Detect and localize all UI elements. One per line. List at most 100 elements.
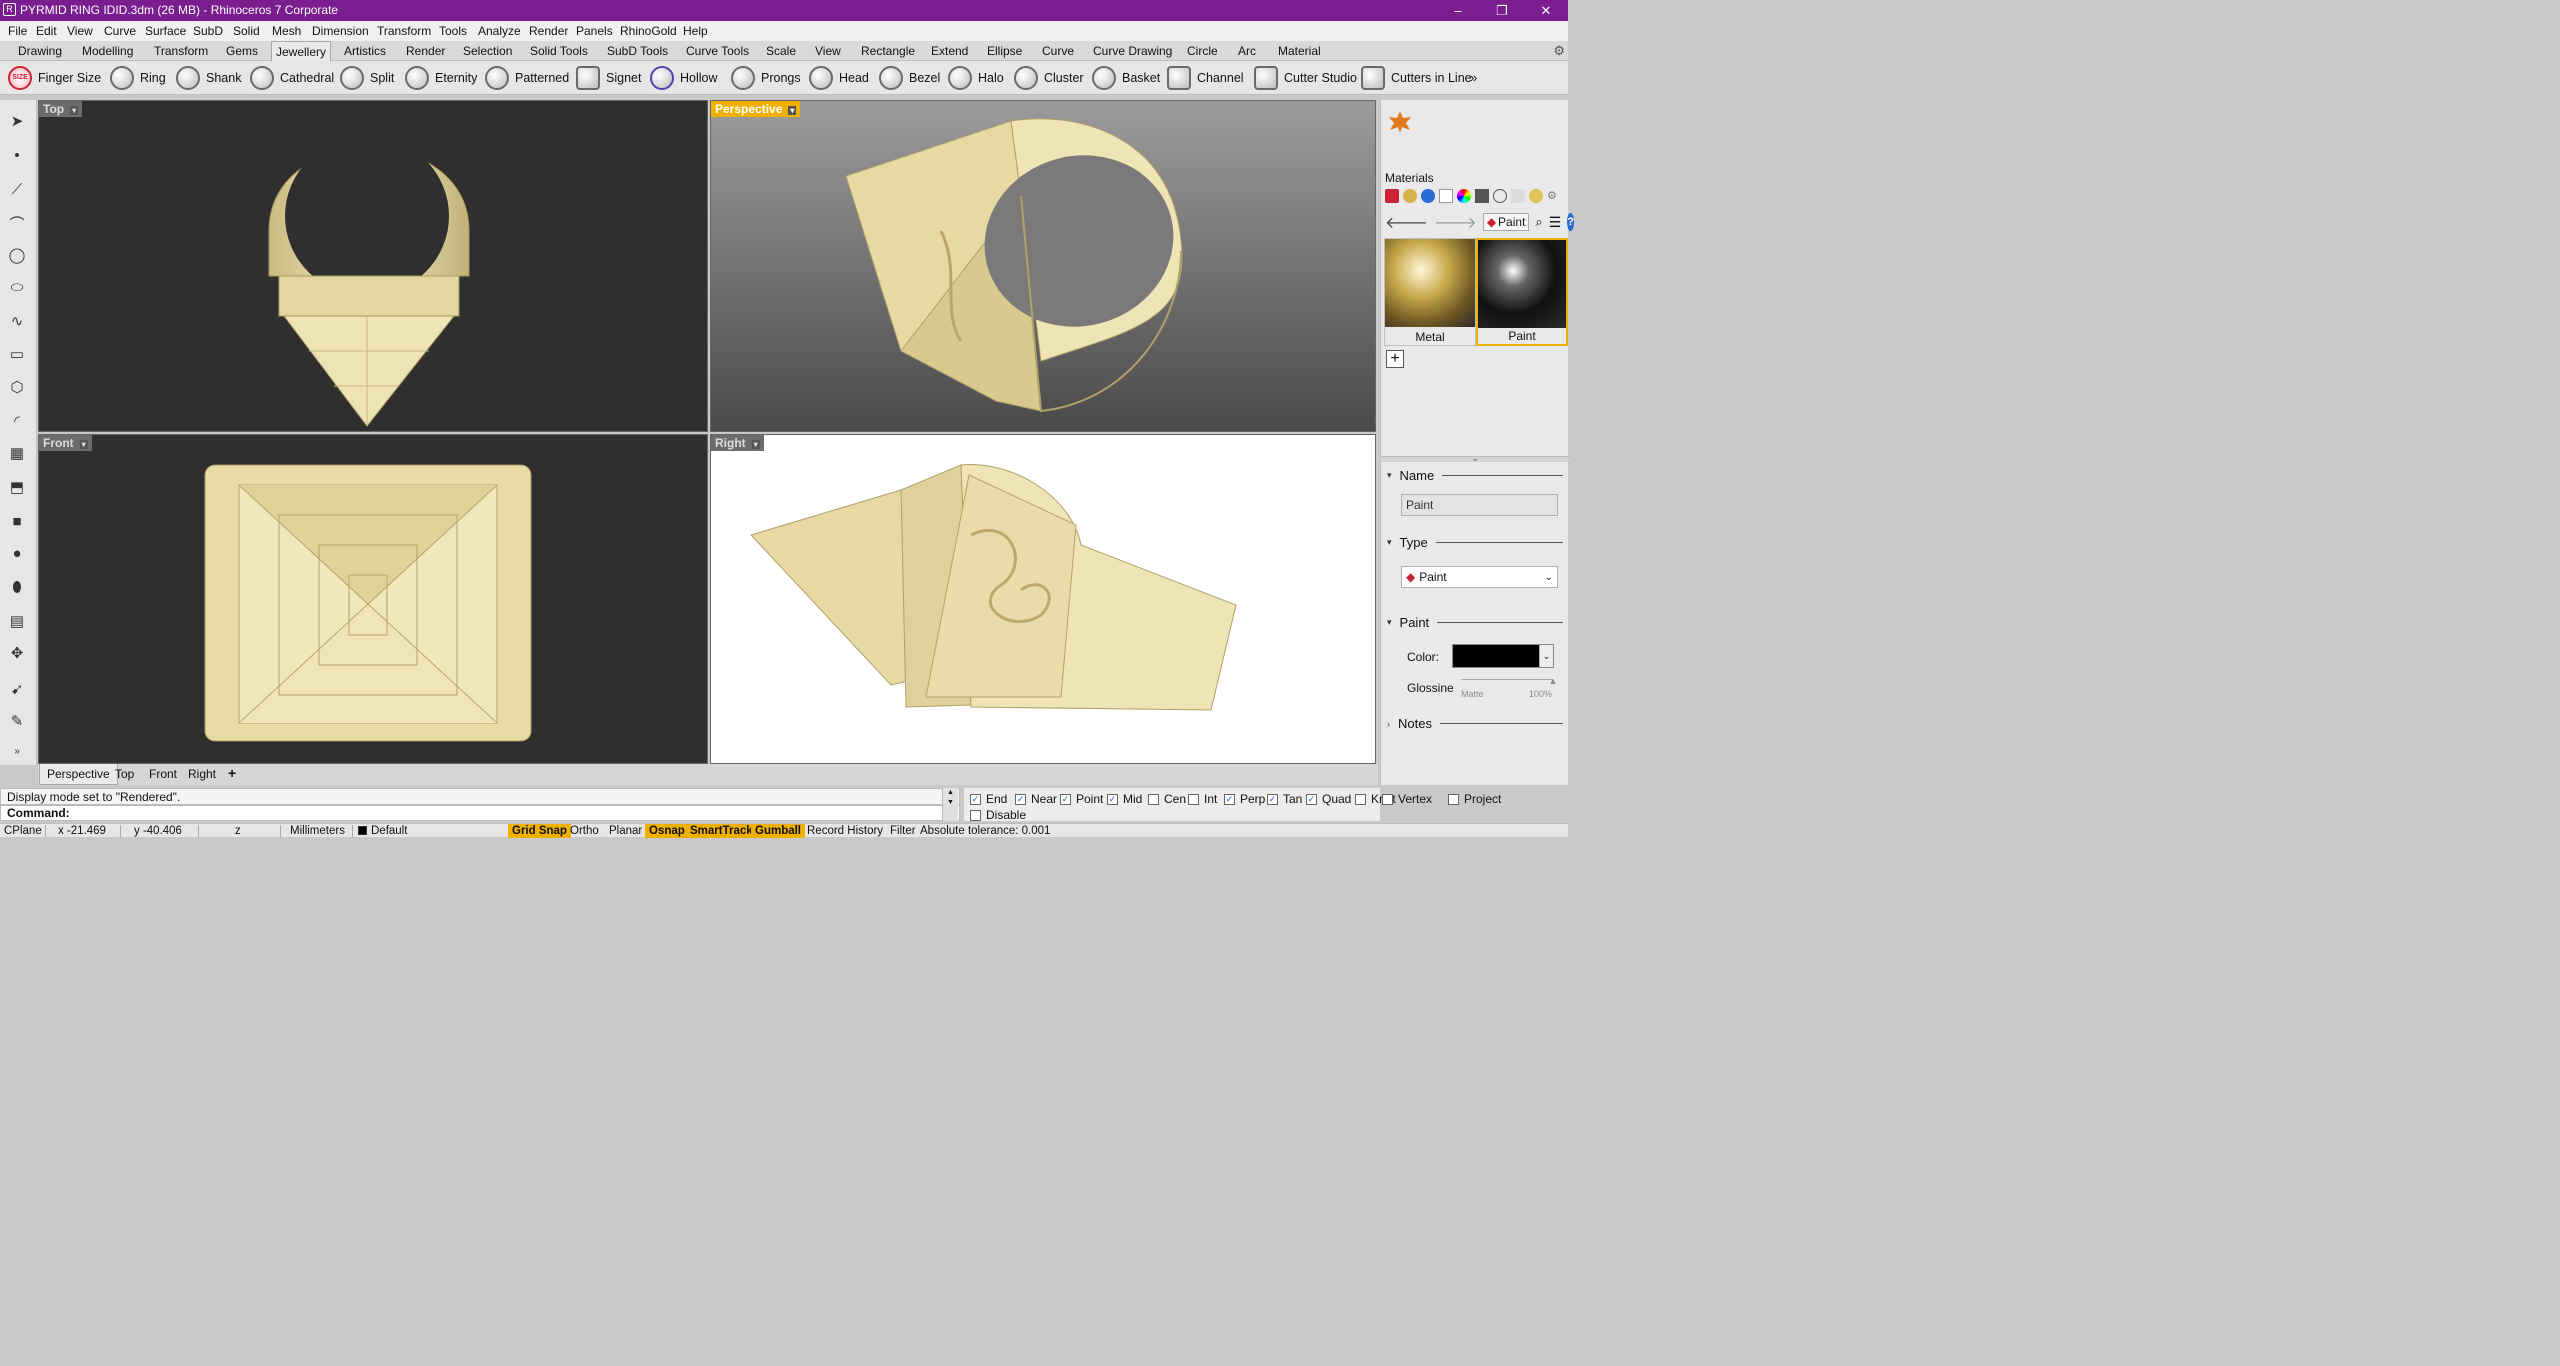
grid-snap-toggle[interactable]: Grid Snap [508,824,571,838]
current-layer[interactable]: Default [371,824,407,838]
osnap-end[interactable]: ✓ End [970,792,1007,806]
material-settings-icon[interactable]: ⚙ [1547,189,1557,207]
material-swatch-metal[interactable]: Metal [1384,238,1476,346]
osnap-quad[interactable]: ✓ Quad [1306,792,1351,806]
record-history-toggle[interactable]: Record History [803,824,887,838]
tab-view[interactable]: View [815,44,841,58]
menu-render[interactable]: Render [529,24,568,38]
menu-analyze[interactable]: Analyze [478,24,521,38]
command-history-scrollbar[interactable]: ▲ ▼ [942,788,958,821]
tab-gems[interactable]: Gems [226,44,258,58]
menu-mesh[interactable]: Mesh [272,24,301,38]
smarttrack-toggle[interactable]: SmartTrack [686,824,757,838]
cplane-label[interactable]: CPlane [4,824,42,838]
tab-rectangle[interactable]: Rectangle [861,44,915,58]
gear-icon[interactable]: ⚙ [1553,43,1565,59]
cutters-in-line-tool[interactable]: Cutters in Line [1361,66,1472,90]
osnap-point[interactable]: ✓ Point [1060,792,1103,806]
head-tool[interactable]: Head [809,66,869,90]
curve-icon[interactable]: ⌒ [6,212,28,234]
tab-modelling[interactable]: Modelling [82,44,133,58]
eternity-tool[interactable]: Eternity [405,66,477,90]
bezel-tool[interactable]: Bezel [879,66,940,90]
tab-curve[interactable]: Curve [1042,44,1074,58]
shank-tool[interactable]: Shank [176,66,241,90]
menu-rhinogold[interactable]: RhinoGold [620,24,677,38]
split-tool[interactable]: Split [340,66,394,90]
osnap-cen[interactable]: Cen [1148,792,1186,806]
osnap-disable[interactable]: Disable [970,808,1026,822]
transform-icon[interactable]: ✥ [6,642,28,664]
mesh-icon[interactable]: ▤ [6,610,28,632]
viewport-title-top[interactable]: Top ▾ [39,101,83,117]
planar-toggle[interactable]: Planar [605,824,646,838]
rectangle-icon[interactable]: ▭ [6,343,28,365]
material-library-icon[interactable] [1385,189,1399,203]
tab-ellipse[interactable]: Ellipse [987,44,1022,58]
menu-icon[interactable]: ☰ [1549,214,1562,231]
command-prompt[interactable]: Command: [0,805,960,821]
viewport-title-right[interactable]: Right ▾ [711,435,764,451]
paint-brush-icon[interactable] [1439,189,1453,203]
osnap-mid[interactable]: ✓ Mid [1107,792,1142,806]
osnap-point-checkbox[interactable]: ✓ [1060,793,1071,805]
cluster-tool[interactable]: Cluster [1014,66,1084,90]
osnap-perp[interactable]: ✓ Perp [1224,792,1265,806]
osnap-cen-checkbox[interactable] [1148,793,1159,805]
finger-size-tool[interactable]: SIZE Finger Size [8,66,101,90]
tab-transform[interactable]: Transform [154,44,208,58]
timer-icon[interactable] [1493,189,1507,203]
patterned-tool[interactable]: Patterned [485,66,569,90]
tab-selection[interactable]: Selection [463,44,512,58]
gumball-toggle[interactable]: Gumball [751,824,806,838]
name-section-header[interactable]: ▾ Name [1387,468,1563,483]
help-icon[interactable]: ? [1567,213,1574,231]
glossiness-slider[interactable]: ▲ [1461,676,1557,686]
toolbar-overflow-button[interactable]: » [1470,70,1477,85]
osnap-tan[interactable]: ✓ Tan [1267,792,1302,806]
channel-tool[interactable]: Channel [1167,66,1244,90]
tab-drawing[interactable]: Drawing [18,44,62,58]
expand-strip-icon[interactable]: » [6,740,28,762]
units-label[interactable]: Millimeters [290,824,345,838]
gold-material-icon[interactable] [1403,189,1417,203]
menu-file[interactable]: File [8,24,27,38]
viewport-perspective[interactable]: Perspective ▾ [710,100,1376,432]
polygon-icon[interactable]: ⬡ [6,376,28,398]
tab-arc[interactable]: Arc [1238,44,1256,58]
minimize-button[interactable]: – [1436,0,1480,21]
notes-section-header[interactable]: › Notes [1387,716,1563,731]
tab-extend[interactable]: Extend [931,44,968,58]
ortho-toggle[interactable]: Ortho [566,824,603,838]
forward-arrow-icon[interactable]: 🡒 [1434,212,1477,233]
color-wheel-icon[interactable] [1457,189,1471,203]
maximize-button[interactable]: ❐ [1480,0,1524,21]
viewport-right[interactable]: Right ▾ [710,434,1376,764]
halo-tool[interactable]: Halo [948,66,1004,90]
viewport-tab-right[interactable]: Right [188,767,216,781]
box-icon[interactable]: ■ [6,510,28,532]
type-section-header[interactable]: ▾ Type [1387,535,1563,550]
filter-toggle[interactable]: Filter [886,824,920,838]
dimension-icon[interactable]: ➹ [6,678,28,700]
osnap-vertex-checkbox[interactable] [1382,793,1393,805]
cylinder-icon[interactable]: ⬮ [6,576,28,598]
menu-panels[interactable]: Panels [576,24,613,38]
blue-material-icon[interactable] [1421,189,1435,203]
menu-dimension[interactable]: Dimension [312,24,369,38]
add-material-button[interactable]: + [1386,350,1404,368]
prongs-tool[interactable]: Prongs [731,66,801,90]
menu-subd[interactable]: SubD [193,24,223,38]
osnap-vertex[interactable]: Vertex [1382,792,1432,806]
material-swatch-paint[interactable]: Paint [1476,238,1568,346]
osnap-project-checkbox[interactable] [1448,793,1459,805]
osnap-perp-checkbox[interactable]: ✓ [1224,793,1235,805]
annotation-icon[interactable]: ✎ [6,710,28,732]
osnap-mid-checkbox[interactable]: ✓ [1107,793,1118,805]
ellipse-icon[interactable]: ⬭ [6,276,28,298]
tab-render[interactable]: Render [406,44,445,58]
tab-solid-tools[interactable]: Solid Tools [530,44,588,58]
hollow-tool[interactable]: Hollow [650,66,718,90]
osnap-near-checkbox[interactable]: ✓ [1015,793,1026,805]
viewport-tab-perspective[interactable]: Perspective [39,764,118,785]
